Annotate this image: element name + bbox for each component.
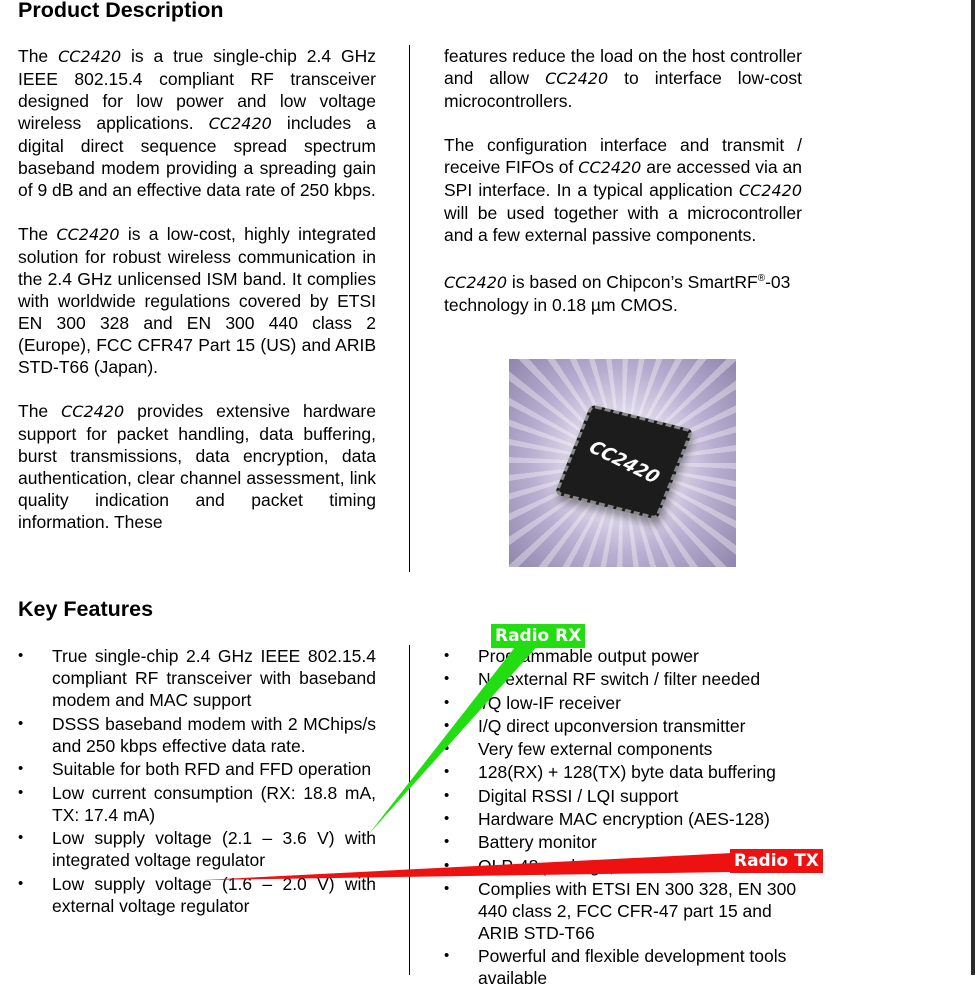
radio-tx-arrow [203,853,732,880]
radio-tx-label: Radio TX [730,849,823,873]
radio-rx-label: Radio RX [491,624,586,648]
radio-rx-arrow [368,642,541,835]
annotation-arrows [203,642,732,880]
